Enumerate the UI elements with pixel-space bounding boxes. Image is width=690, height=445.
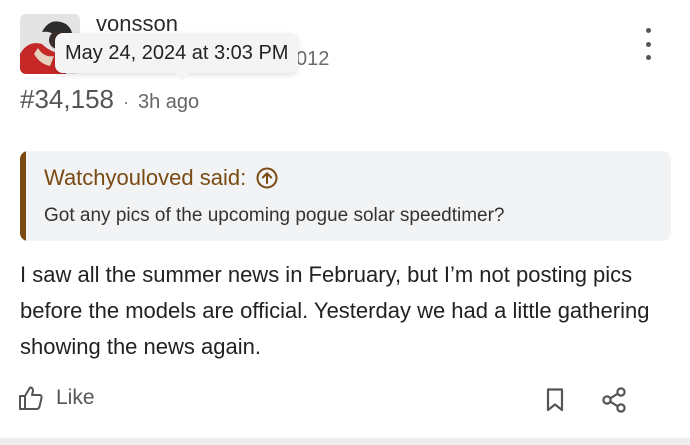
quote-author: Watchyouloved said:	[44, 165, 278, 191]
thumbs-up-icon	[18, 385, 44, 411]
post-divider	[0, 438, 690, 445]
post-meta: #34,158 · 3h ago	[20, 84, 199, 115]
kebab-dot	[645, 55, 651, 60]
quote-block: Watchyouloved said: Got any pics of the …	[20, 151, 671, 241]
share-icon[interactable]	[600, 386, 628, 419]
quote-author-label[interactable]: Watchyouloved said:	[44, 165, 246, 191]
quote-accent-bar	[20, 151, 26, 241]
kebab-dot	[645, 28, 651, 33]
arrow-up-circle-icon[interactable]	[256, 167, 278, 189]
post-number-link[interactable]: #34,158	[20, 84, 114, 115]
like-label: Like	[56, 386, 95, 409]
meta-separator: ·	[122, 92, 129, 112]
quote-text: Got any pics of the upcoming pogue solar…	[44, 205, 505, 226]
post-timestamp[interactable]: 3h ago	[138, 91, 199, 114]
kebab-dot	[645, 41, 651, 47]
post-message: I saw all the summer news in February, b…	[20, 262, 650, 359]
datetime-tooltip: May 24, 2024 at 3:03 PM	[55, 33, 299, 73]
tooltip-arrow	[174, 72, 190, 81]
kebab-menu-icon[interactable]	[636, 28, 660, 60]
bookmark-icon[interactable]	[543, 387, 567, 418]
forum-post: vonsson 012 May 24, 2024 at 3:03 PM #34,…	[0, 0, 690, 445]
like-button[interactable]: Like	[18, 385, 95, 411]
username-link[interactable]: vonsson	[96, 10, 178, 32]
joined-date: 012	[296, 48, 330, 70]
